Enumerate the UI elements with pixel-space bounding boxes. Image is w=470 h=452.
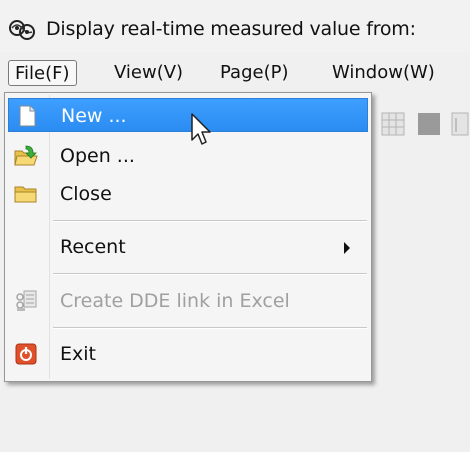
menu-item-open[interactable]: Open ... [8, 139, 368, 173]
menu-item-create-dde-link: Create DDE link in Excel [8, 284, 368, 318]
menu-item-recent-label: Recent [60, 236, 126, 258]
app-icon [9, 20, 35, 40]
dde-link-icon [16, 290, 37, 311]
menu-window[interactable]: Window(W) [326, 60, 441, 86]
toolbar-block-icon[interactable] [418, 113, 440, 135]
menu-item-exit-label: Exit [60, 343, 96, 365]
menu-item-create-dde-link-label: Create DDE link in Excel [60, 290, 290, 312]
file-menu-dropdown: New ... Open ... Close Recent Create DDE… [4, 92, 372, 382]
menu-separator [53, 273, 367, 275]
title-bar: Display real-time measured value from: [0, 0, 470, 52]
menu-separator [53, 327, 367, 329]
open-folder-icon [14, 145, 38, 166]
new-file-icon [19, 105, 36, 127]
menu-page[interactable]: Page(P) [214, 60, 294, 86]
menu-item-exit[interactable]: Exit [8, 337, 368, 371]
application-window: Display real-time measured value from: F… [0, 0, 470, 452]
menu-item-new[interactable]: New ... [8, 98, 368, 132]
submenu-arrow-icon [344, 242, 350, 254]
toolbar-grid-icon[interactable] [381, 112, 405, 136]
toolbar [381, 112, 469, 136]
menu-view[interactable]: View(V) [108, 60, 189, 86]
menu-separator [53, 220, 367, 222]
menu-item-close-label: Close [60, 183, 112, 205]
window-title: Display real-time measured value from: [46, 18, 416, 40]
menu-item-open-label: Open ... [60, 145, 135, 167]
menu-item-new-label: New ... [61, 105, 127, 127]
menu-bar: File(F) View(V) Page(P) Window(W) [0, 52, 470, 94]
folder-icon [14, 186, 37, 203]
exit-icon [15, 343, 37, 365]
menu-item-close[interactable]: Close [8, 177, 368, 211]
toolbar-list-icon[interactable] [451, 112, 469, 136]
menu-item-recent[interactable]: Recent [8, 230, 368, 264]
mouse-cursor-icon [191, 113, 211, 145]
menu-file[interactable]: File(F) [8, 60, 77, 86]
